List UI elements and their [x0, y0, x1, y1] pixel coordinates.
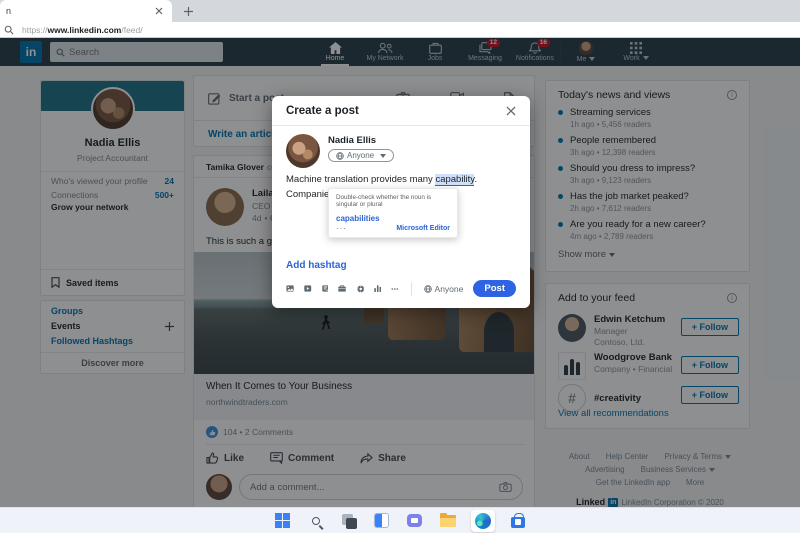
celebrate-icon[interactable] [356, 283, 364, 295]
edge-icon[interactable] [470, 509, 495, 532]
screen: n https://www.linkedin.com/feed/ in Home [0, 0, 800, 533]
audience-indicator[interactable]: Anyone [423, 284, 463, 294]
tab-close-icon[interactable] [152, 4, 166, 18]
globe-icon [423, 284, 432, 293]
chevron-down-icon [380, 153, 387, 158]
post-button[interactable]: Post [473, 280, 516, 297]
widgets-icon[interactable] [372, 511, 392, 531]
microsoft-editor-link[interactable]: Microsoft Editor [396, 225, 450, 232]
tooltip-hint: Double-check whether the noun is singula… [336, 194, 432, 208]
modal-title: Create a post [286, 104, 359, 117]
new-tab-icon[interactable] [180, 3, 196, 19]
store-icon[interactable] [508, 511, 528, 531]
modal-author-name: Nadia Ellis [328, 135, 377, 146]
page-viewport: in Home My Network Jobs 1 [0, 38, 800, 533]
add-hashtag-link[interactable]: Add hashtag [286, 260, 347, 271]
video-icon[interactable] [304, 283, 312, 294]
tooltip-suggestion[interactable]: capabilities [336, 214, 450, 223]
search-icon [4, 25, 14, 35]
start-button[interactable] [273, 511, 293, 531]
document-icon[interactable] [321, 283, 329, 294]
audience-selector[interactable]: Anyone [328, 149, 395, 162]
file-explorer-icon[interactable] [438, 511, 458, 531]
tab-title: n [6, 6, 12, 16]
divider [410, 281, 412, 296]
more-icon[interactable] [391, 287, 399, 291]
chat-icon[interactable] [405, 511, 425, 531]
browser-tab[interactable]: n [0, 0, 172, 22]
modal-author-avatar [286, 134, 320, 168]
address-bar[interactable]: https://www.linkedin.com/feed/ [0, 22, 800, 38]
editor-tooltip: Double-check whether the noun is singula… [328, 188, 458, 238]
poll-icon[interactable] [374, 283, 382, 294]
browser-tabstrip: n [0, 0, 800, 22]
url-text: https://www.linkedin.com/feed/ [22, 24, 143, 35]
grammar-flagged-word[interactable]: capability [435, 174, 475, 186]
close-icon[interactable] [506, 106, 516, 116]
task-view-icon[interactable] [339, 511, 359, 531]
taskbar-search-icon[interactable] [306, 511, 326, 531]
image-icon[interactable] [286, 283, 294, 294]
job-icon[interactable] [338, 283, 347, 294]
globe-icon [336, 151, 344, 160]
windows-taskbar [0, 507, 800, 533]
more-options-icon[interactable]: ··· [336, 224, 347, 233]
create-post-modal: Create a post Nadia Ellis Anyone Machine… [272, 96, 530, 308]
